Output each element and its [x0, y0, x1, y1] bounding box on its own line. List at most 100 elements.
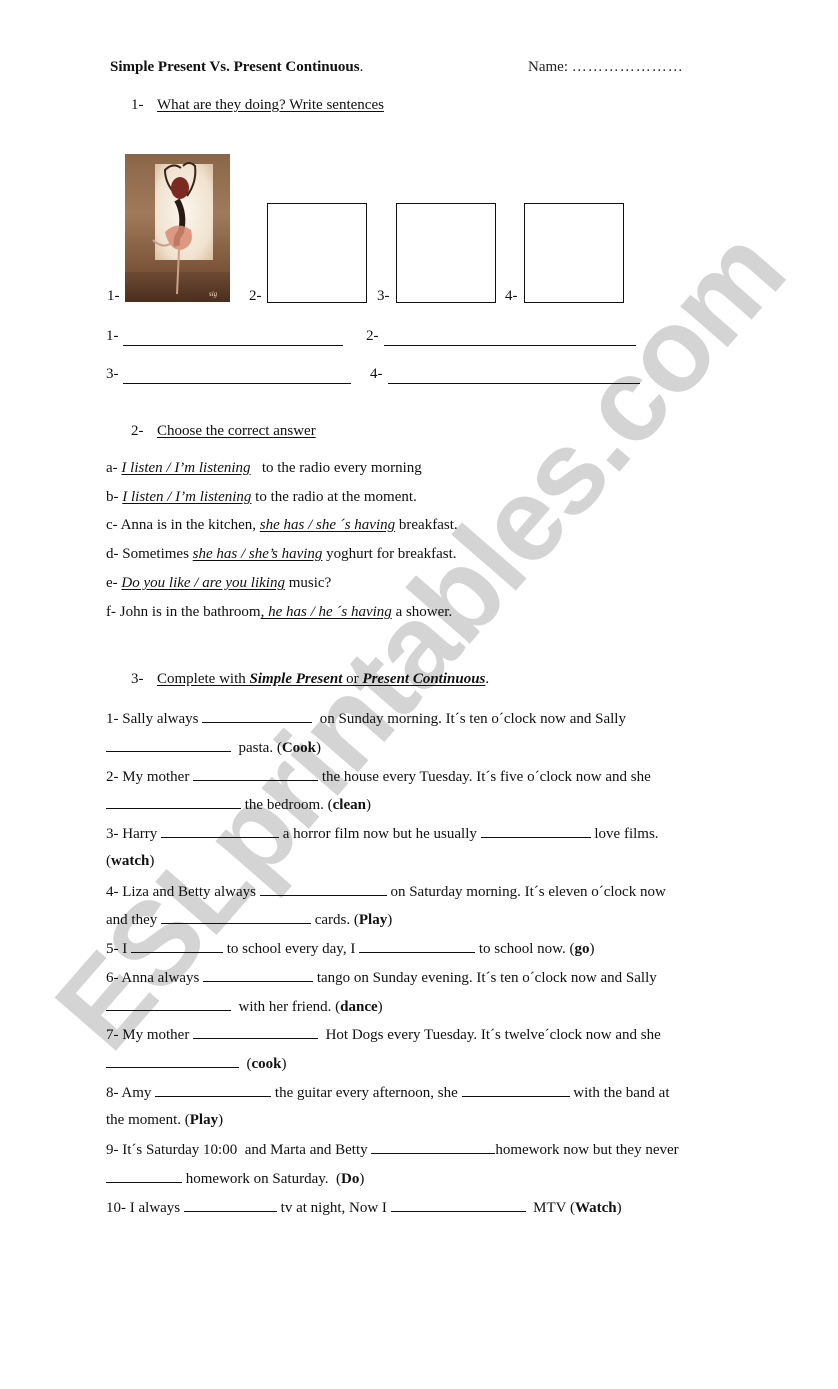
fill-in-blank[interactable] [461, 1083, 570, 1097]
fill-in-blank[interactable] [371, 1140, 496, 1154]
fill-in-blank[interactable] [131, 939, 223, 953]
verb-hint: Play [189, 1112, 219, 1128]
picture-box-4 [524, 203, 624, 303]
item-letter: a- [106, 460, 118, 476]
sentence-text: 8- Amy [106, 1085, 156, 1101]
answer-label: 4- [370, 366, 383, 382]
picture-box-2 [267, 203, 367, 303]
verb-hint: Cook [281, 740, 317, 756]
sentence-text: love films. [590, 826, 659, 842]
fill-in-blank[interactable] [390, 1198, 526, 1212]
fill-in-blank[interactable] [106, 795, 241, 809]
fill-in-blank[interactable] [106, 1169, 182, 1183]
sentence-text: and they [106, 912, 161, 928]
fill-in-blank[interactable] [106, 738, 231, 752]
sentence-text: ) [365, 797, 371, 813]
worksheet-title: Simple Present Vs. Present Continuous. [110, 59, 363, 76]
section-number: 3- [131, 671, 144, 687]
answer-options[interactable]: , he has / he ´s having [261, 604, 392, 620]
exercise-line: with her friend. (dance) [106, 997, 383, 1016]
fill-in-blank[interactable] [259, 882, 387, 896]
picture-label: 3- [377, 288, 390, 304]
fill-in-blank[interactable] [183, 1198, 277, 1212]
answer-line-2[interactable] [384, 345, 636, 346]
choice-item: b- I listen / I’m listening to the radio… [106, 489, 417, 506]
sentence-text: the house every Tuesday. It´s five o´clo… [318, 769, 651, 785]
sentence-text: ) [616, 1200, 622, 1216]
item-letter: c- [106, 517, 118, 533]
sentence-text: 7- My mother [106, 1027, 194, 1043]
answer-line-4[interactable] [388, 383, 640, 384]
sentence-text: ) [316, 740, 322, 756]
sentence-text: the moment. ( [106, 1112, 190, 1128]
heading-present-continuous: Present Continuous [362, 671, 486, 687]
answer-line-1[interactable] [123, 345, 343, 346]
choice-item: e- Do you like / are you liking music? [106, 575, 331, 592]
fill-in-blank[interactable] [160, 824, 279, 838]
exercise-line: 1- Sally always on Sunday morning. It´s … [106, 709, 626, 728]
fill-in-blank[interactable] [155, 1083, 272, 1097]
exercise-line: the moment. (Play) [106, 1112, 223, 1129]
answer-options[interactable]: she has / she ´s having [260, 517, 395, 533]
answer-line-3[interactable] [123, 383, 351, 384]
fill-in-blank[interactable] [359, 939, 476, 953]
sentence-text: homework now but they never [495, 1142, 679, 1158]
sentence-text: ) [589, 941, 595, 957]
sentence-text: pasta. ( [231, 740, 282, 756]
choice-item: a- I listen / I’m listening to the radio… [106, 460, 422, 477]
fill-in-blank[interactable] [193, 767, 319, 781]
item-text-after: yoghurt for breakfast. [322, 546, 457, 562]
title-text: Simple Present Vs. Present Continuous [110, 59, 360, 75]
verb-hint: cook [251, 1056, 282, 1072]
sentence-text: with the band at [569, 1085, 670, 1101]
sentence-text: with her friend. ( [231, 999, 341, 1015]
sentence-text: ) [359, 1171, 365, 1187]
sentence-text: ( [239, 1056, 252, 1072]
sentence-text: Hot Dogs every Tuesday. It´s twelve´cloc… [318, 1027, 661, 1043]
section-title: What are they doing? Write sentences [157, 97, 384, 113]
answer-label: 3- [106, 366, 119, 382]
exercise-line: 6- Anna always tango on Sunday evening. … [106, 968, 657, 987]
exercise-line: 5- I to school every day, I to school no… [106, 939, 595, 958]
answer-options[interactable]: she has / she’s having [193, 546, 323, 562]
sentence-text: tango on Sunday evening. It´s ten o´cloc… [313, 970, 657, 986]
fill-in-blank[interactable] [193, 1025, 319, 1039]
sentence-text: cards. ( [310, 912, 359, 928]
sentence-text: 10- I always [106, 1200, 184, 1216]
fill-in-blank[interactable] [106, 997, 231, 1011]
fill-in-blank[interactable] [106, 1054, 239, 1068]
title-suffix: . [359, 59, 364, 75]
exercise-line: 8- Amy the guitar every afternoon, she w… [106, 1083, 670, 1102]
item-text-after: a shower. [391, 604, 453, 620]
heading-suffix: . [485, 671, 490, 687]
section-3-heading: 3- Complete with Simple Present or Presen… [131, 671, 489, 688]
fill-in-blank[interactable] [202, 709, 313, 723]
exercise-line: (cook) [106, 1054, 287, 1073]
answer-label: 1- [106, 328, 119, 344]
name-field[interactable]: Name: ………………… [528, 59, 684, 76]
sentence-text: ) [387, 912, 393, 928]
choice-item: c- Anna is in the kitchen, she has / she… [106, 517, 458, 534]
item-text-after: to the radio at the moment. [251, 489, 417, 505]
fill-in-blank[interactable] [160, 910, 311, 924]
answer-options[interactable]: Do you like / are you liking [121, 575, 285, 591]
sentence-text: the bedroom. ( [241, 797, 333, 813]
sentence-text: ) [149, 853, 155, 869]
sentence-text: on Sunday morning. It´s ten o´clock now … [312, 711, 626, 727]
section-number: 1- [131, 97, 144, 113]
fill-in-blank[interactable] [203, 968, 314, 982]
exercise-line: 3- Harry a horror film now but he usuall… [106, 824, 659, 843]
sentence-text: ) [218, 1112, 224, 1128]
answer-options[interactable]: I listen / I’m listening [121, 460, 250, 476]
sentence-text: the guitar every afternoon, she [271, 1085, 462, 1101]
sentence-text: 6- Anna always [106, 970, 204, 986]
answer-options[interactable]: I listen / I’m listening [122, 489, 251, 505]
sentence-text: ) [377, 999, 383, 1015]
verb-hint: go [574, 941, 590, 957]
sentence-text: ) [281, 1056, 287, 1072]
fill-in-blank[interactable] [480, 824, 591, 838]
sentence-text: homework on Saturday. ( [182, 1171, 341, 1187]
heading-mid: or [342, 671, 363, 687]
section-number: 2- [131, 423, 144, 439]
item-letter: e- [106, 575, 118, 591]
